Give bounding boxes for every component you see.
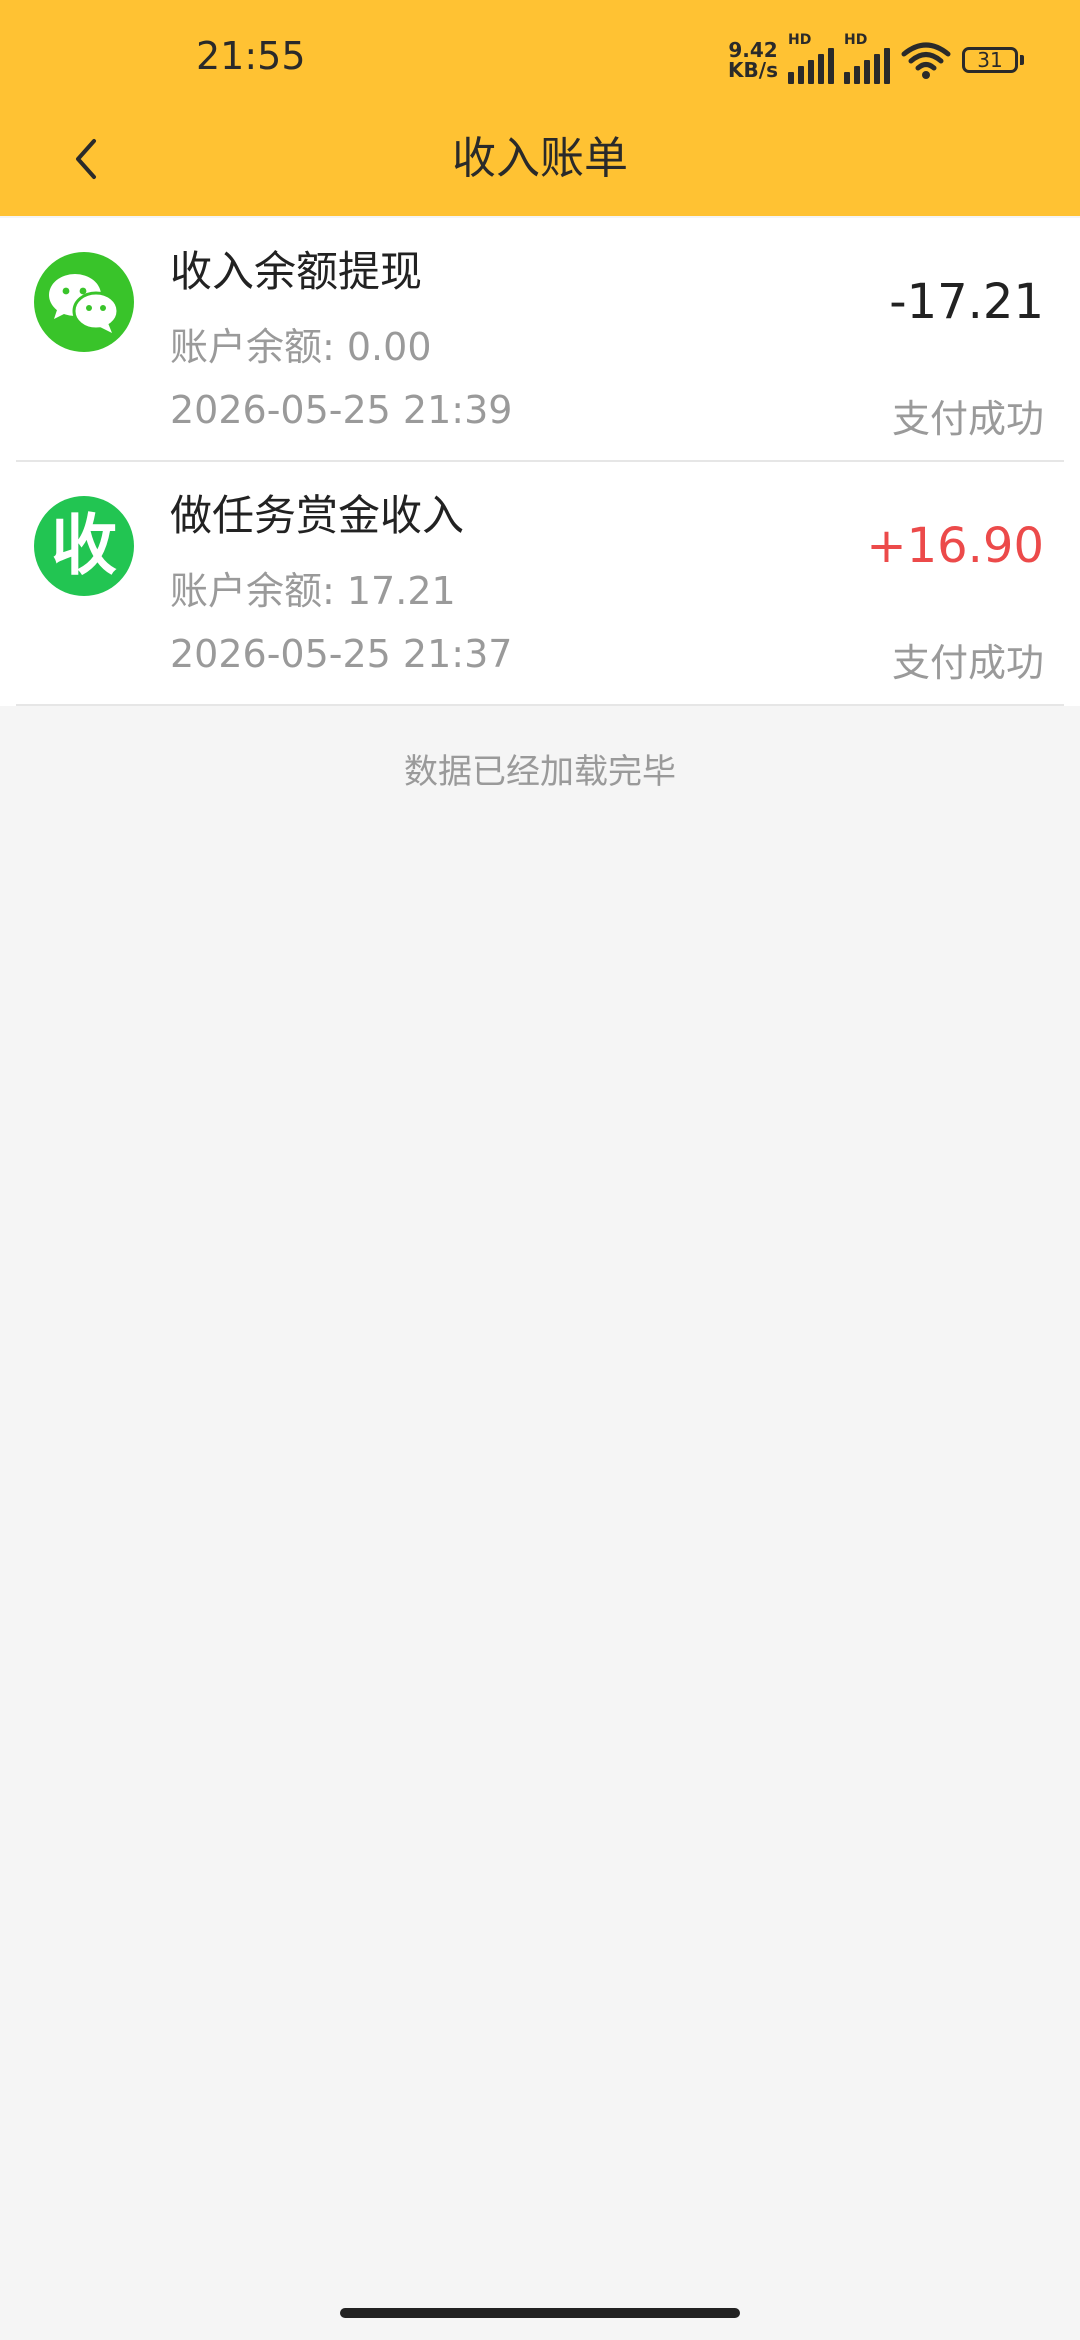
page-title: 收入账单	[452, 133, 628, 184]
record-title: 做任务赏金收入	[170, 491, 465, 540]
list-item[interactable]: 收 做任务赏金收入 账户余额: 17.21 2026-05-25 21:37 +…	[16, 462, 1064, 706]
signal-hd-label: HD	[788, 32, 812, 48]
record-balance: 账户余额: 0.00	[170, 325, 432, 369]
battery-icon: 31	[962, 47, 1024, 73]
shou-icon: 收	[34, 496, 134, 596]
header: 21:55 9.42 KB/s HD HD 31 收入账单	[0, 0, 1080, 216]
status-bar: 21:55 9.42 KB/s HD HD 31	[0, 0, 1080, 120]
wechat-icon	[34, 252, 134, 352]
record-title: 收入余额提现	[170, 247, 423, 296]
load-complete-text: 数据已经加载完毕	[404, 752, 676, 792]
record-status: 支付成功	[891, 397, 1044, 441]
status-time: 21:55	[196, 34, 306, 78]
record-time: 2026-05-25 21:39	[170, 388, 513, 432]
record-time: 2026-05-25 21:37	[170, 632, 513, 676]
list-item[interactable]: 收入余额提现 账户余额: 0.00 2026-05-25 21:39 -17.2…	[16, 218, 1064, 462]
record-amount: -17.21	[889, 274, 1044, 330]
net-speed: 9.42 KB/s	[728, 40, 778, 80]
net-speed-unit: KB/s	[728, 58, 778, 82]
record-amount: +16.90	[866, 518, 1044, 574]
status-icons: 9.42 KB/s HD HD 31	[728, 32, 1024, 84]
bill-list: 收入余额提现 账户余额: 0.00 2026-05-25 21:39 -17.2…	[0, 218, 1080, 706]
net-speed-value: 9.42	[728, 38, 778, 62]
home-indicator[interactable]	[340, 2308, 740, 2318]
battery-level: 31	[962, 47, 1018, 73]
shou-icon-char: 收	[51, 507, 117, 584]
record-balance: 账户余额: 17.21	[170, 569, 456, 613]
signal-icon: HD	[844, 32, 890, 84]
record-status: 支付成功	[891, 641, 1044, 685]
signal-hd-label: HD	[844, 32, 868, 48]
wifi-icon	[901, 42, 951, 79]
signal-icon: HD	[788, 32, 834, 84]
nav-bar: 收入账单	[0, 110, 1080, 210]
